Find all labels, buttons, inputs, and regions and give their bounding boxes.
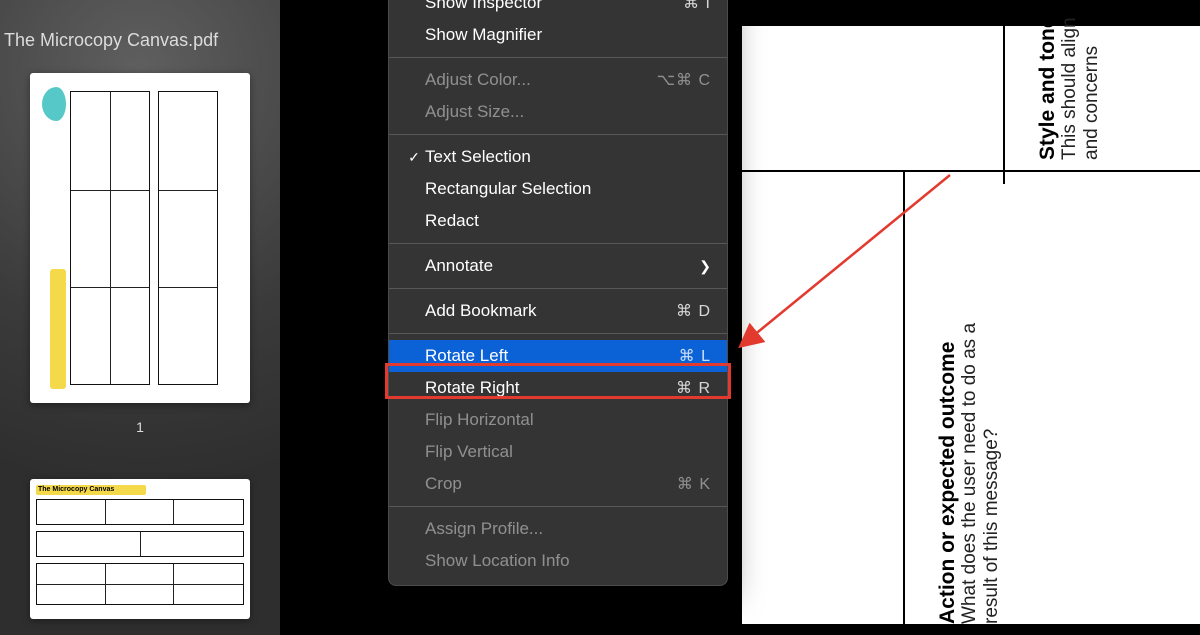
menu-item-adjust-color: Adjust Color...⌥⌘ C — [389, 64, 727, 96]
pdf-page[interactable]: Style and tone This should align and con… — [740, 24, 1200, 624]
menu-item-shortcut: ⌘ K — [677, 474, 711, 494]
menu-separator — [389, 333, 727, 334]
menu-separator — [389, 506, 727, 507]
chevron-right-icon: ❯ — [699, 258, 711, 275]
menu-separator — [389, 288, 727, 289]
menu-item-flip-vertical: Flip Vertical — [389, 436, 727, 468]
context-menu[interactable]: Show Inspector⌘ I Show Magnifier Adjust Co… — [388, 0, 728, 586]
menu-separator — [389, 134, 727, 135]
page-thumbnail-1[interactable] — [30, 73, 250, 403]
menu-item-label: Adjust Color... — [425, 70, 657, 90]
menu-separator — [389, 57, 727, 58]
menu-item-flip-horizontal: Flip Horizontal — [389, 404, 727, 436]
menu-item-rotate-right[interactable]: Rotate Right⌘ R — [389, 372, 727, 404]
menu-item-shortcut: ⌘ L — [679, 346, 711, 366]
menu-item-shortcut: ⌘ I — [683, 0, 711, 13]
menu-item-label: Rectangular Selection — [425, 179, 711, 199]
page-number-label: 1 — [136, 419, 144, 435]
menu-item-crop: Crop⌘ K — [389, 468, 727, 500]
page-thumbnail-2[interactable]: The Microcopy Canvas — [30, 479, 250, 619]
menu-item-shortcut: ⌘ D — [676, 301, 711, 321]
section-title-action: Action or expected outcome — [936, 342, 959, 624]
menu-item-label: Show Magnifier — [425, 25, 711, 45]
thumbnail-sidebar: The Microcopy Canvas.pdf — [0, 0, 280, 635]
menu-item-shortcut: ⌥⌘ C — [657, 70, 711, 90]
menu-item-label: Adjust Size... — [425, 102, 711, 122]
menu-item-label: Rotate Right — [425, 378, 676, 398]
menu-item-shortcut: ⌘ R — [676, 378, 711, 398]
menu-item-label: Assign Profile... — [425, 519, 711, 539]
menu-item-label: Crop — [425, 474, 677, 494]
section-subtitle-action-1: What does the user need to do as a — [959, 323, 980, 624]
menu-item-annotate[interactable]: Annotate❯ — [389, 250, 727, 282]
menu-item-adjust-size: Adjust Size... — [389, 96, 727, 128]
menu-item-label: Add Bookmark — [425, 301, 676, 321]
check-icon: ✓ — [403, 149, 425, 166]
menu-item-label: Text Selection — [425, 147, 711, 167]
menu-item-label: Redact — [425, 211, 711, 231]
menu-item-show-magnifier[interactable]: Show Magnifier — [389, 19, 727, 51]
menu-item-label: Rotate Left — [425, 346, 679, 366]
menu-item-label: Flip Horizontal — [425, 410, 711, 430]
menu-item-add-bookmark[interactable]: Add Bookmark⌘ D — [389, 295, 727, 327]
file-title: The Microcopy Canvas.pdf — [0, 30, 280, 73]
menu-item-show-inspector[interactable]: Show Inspector⌘ I — [389, 0, 727, 19]
menu-separator — [389, 243, 727, 244]
section-title-style: Style and tone — [1036, 16, 1059, 160]
menu-item-redact[interactable]: Redact — [389, 205, 727, 237]
menu-item-show-location-info: Show Location Info — [389, 545, 727, 577]
menu-item-label: Show Location Info — [425, 551, 711, 571]
menu-item-rectangular-selection[interactable]: Rectangular Selection — [389, 173, 727, 205]
section-subtitle-style-1: This should align — [1059, 17, 1080, 160]
menu-item-text-selection[interactable]: ✓Text Selection — [389, 141, 727, 173]
menu-item-rotate-left[interactable]: Rotate Left⌘ L — [389, 340, 727, 372]
section-subtitle-style-2: and concerns — [1081, 46, 1102, 160]
menu-item-assign-profile: Assign Profile... — [389, 513, 727, 545]
menu-item-label: Show Inspector — [425, 0, 683, 13]
menu-item-label: Flip Vertical — [425, 442, 711, 462]
section-subtitle-action-2: result of this message? — [981, 429, 1002, 624]
menu-item-label: Annotate — [425, 256, 699, 276]
